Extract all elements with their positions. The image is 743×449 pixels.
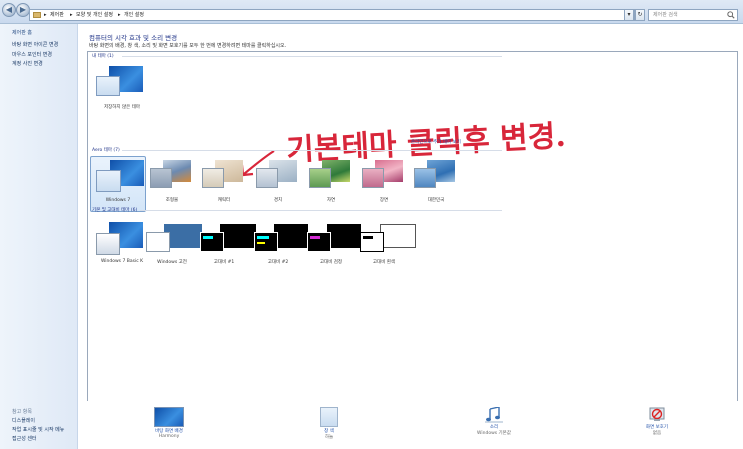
breadcrumb-separator: ▸ [44, 12, 47, 18]
theme-window-thumb [150, 168, 172, 188]
address-dropdown-button[interactable]: ▾ [624, 9, 634, 21]
change-account-picture-link[interactable]: 계정 사진 변경 [12, 60, 43, 67]
address-bar[interactable]: ▸ 제어판 ▸ 모양 및 개인 설정 ▸ 개인 설정 [29, 9, 635, 21]
theme-window-thumb [146, 232, 170, 252]
theme-list-panel: 내 테마 (1) 저장하지 않은 테마 기본테마 클릭후 변경. 온라인으로 추… [87, 51, 738, 424]
window-color-setting[interactable]: 창 색 하늘 [304, 407, 354, 440]
theme-settings-bar: 바탕 화면 배경 Harmony 창 색 하늘 소리 Windows 기본값 화… [79, 401, 743, 449]
theme-label: 대한민국 [427, 198, 445, 203]
aero-themes-heading: Aero 테마 (7) [92, 148, 120, 153]
refresh-button[interactable]: ↻ [635, 9, 645, 21]
setting-value: Harmony [158, 434, 180, 439]
screen-saver-none-icon [649, 407, 665, 421]
theme-label: 저장하지 않은 테마 [104, 105, 140, 110]
setting-value: 하늘 [324, 435, 334, 440]
theme-window-thumb [307, 232, 331, 252]
setting-value: Windows 기본값 [477, 431, 511, 436]
section-divider [140, 210, 502, 211]
control-panel-icon [33, 12, 41, 18]
left-navigation-pane: 제어판 홈 바탕 화면 아이콘 변경 마우스 포인터 변경 계정 사진 변경 참… [0, 24, 78, 449]
theme-high-contrast-2[interactable]: 고대비 #2 [250, 220, 308, 276]
section-divider [122, 150, 502, 151]
theme-label: 캐릭터 [217, 198, 231, 203]
search-input[interactable]: 제어판 검색 [648, 9, 738, 21]
theme-window-thumb [254, 232, 278, 252]
theme-windows7[interactable]: Windows 7 [90, 156, 146, 212]
main-content: 컴퓨터의 시각 효과 및 소리 변경 바탕 화면의 배경, 창 색, 소리 및 … [79, 24, 743, 449]
back-button[interactable]: ◀ [2, 3, 16, 17]
theme-label: 조형물 [165, 198, 179, 203]
section-divider [122, 56, 502, 57]
theme-nature[interactable]: 자연 [303, 156, 359, 212]
theme-window-thumb [96, 76, 120, 96]
breadcrumb-separator: ▸ [118, 12, 121, 18]
theme-label: Windows 고전 [157, 260, 187, 265]
search-icon [727, 11, 735, 19]
theme-window-thumb [96, 170, 121, 192]
taskbar-start-menu-link[interactable]: 작업 표시줄 및 시작 메뉴 [12, 426, 64, 433]
theme-window-thumb [360, 232, 384, 252]
theme-landscapes[interactable]: 경치 [250, 156, 306, 212]
theme-label: 경치 [273, 198, 283, 203]
theme-high-contrast-1[interactable]: 고대비 #1 [196, 220, 256, 276]
theme-high-contrast-black[interactable]: 고대비 검정 [303, 220, 361, 276]
theme-label: 고대비 검정 [319, 260, 343, 265]
theme-label: 자연 [326, 198, 336, 203]
ease-of-access-link[interactable]: 접근성 센터 [12, 435, 37, 442]
theme-label: Windows 7 Basic K [100, 259, 144, 264]
setting-value: 없음 [652, 431, 662, 436]
page-description: 바탕 화면의 배경, 창 색, 소리 및 화면 보호기를 모두 한 번에 변경하… [89, 43, 287, 49]
theme-high-contrast-white[interactable]: 고대비 흰색 [356, 220, 416, 276]
search-placeholder: 제어판 검색 [653, 12, 678, 18]
theme-architecture[interactable]: 조형물 [144, 156, 200, 212]
breadcrumb-item[interactable]: 제어판 [50, 11, 64, 20]
window-color-icon [320, 407, 338, 427]
forward-button[interactable]: ▶ [16, 3, 30, 17]
change-desktop-icons-link[interactable]: 바탕 화면 아이콘 변경 [12, 41, 58, 48]
theme-unsaved[interactable]: 저장하지 않은 테마 [90, 64, 146, 120]
control-panel-home-link[interactable]: 제어판 홈 [12, 29, 32, 36]
display-link[interactable]: 디스플레이 [12, 417, 35, 424]
theme-window-thumb [256, 168, 278, 188]
screen-saver-setting[interactable]: 화면 보호기 없음 [629, 407, 685, 436]
theme-window-thumb [96, 233, 120, 255]
breadcrumb-separator: ▸ [70, 12, 73, 18]
theme-window-thumb [202, 168, 224, 188]
theme-windows7-basic[interactable]: Windows 7 Basic K [90, 220, 146, 276]
theme-windows-classic[interactable]: Windows 고전 [144, 220, 202, 276]
desktop-background-setting[interactable]: 바탕 화면 배경 Harmony [139, 407, 199, 439]
breadcrumb-item[interactable]: 개인 설정 [124, 11, 144, 20]
page-title: 컴퓨터의 시각 효과 및 소리 변경 [89, 34, 178, 42]
theme-background-thumb [380, 224, 416, 248]
title-bar: ◀ ▶ ▸ 제어판 ▸ 모양 및 개인 설정 ▸ 개인 설정 ▾ ↻ 제어판 검… [0, 0, 743, 24]
online-themes-link[interactable]: 온라인으로 추가 테마 보기 [411, 139, 461, 145]
sounds-setting[interactable]: 소리 Windows 기본값 [464, 407, 524, 436]
theme-korea[interactable]: 대한민국 [408, 156, 464, 212]
theme-label: 고대비 #1 [213, 260, 235, 265]
theme-label: Windows 7 [105, 198, 131, 203]
theme-label: 고대비 #2 [267, 260, 289, 265]
theme-label: 고대비 흰색 [372, 260, 396, 265]
breadcrumb-item[interactable]: 모양 및 개인 설정 [76, 11, 113, 20]
music-notes-icon [485, 407, 503, 423]
theme-window-thumb [309, 168, 331, 188]
theme-window-thumb [200, 232, 224, 252]
see-also-heading: 참고 항목 [12, 409, 32, 415]
change-mouse-pointer-link[interactable]: 마우스 포인터 변경 [12, 51, 52, 58]
theme-window-thumb [414, 168, 436, 188]
theme-label: 장면 [379, 198, 389, 203]
desktop-background-icon [154, 407, 184, 427]
basic-themes-heading: 기본 및 고대비 테마 (6) [92, 208, 138, 213]
theme-window-thumb [362, 168, 384, 188]
theme-scenes[interactable]: 장면 [356, 156, 412, 212]
my-themes-heading: 내 테마 (1) [92, 54, 114, 59]
theme-characters[interactable]: 캐릭터 [196, 156, 252, 212]
